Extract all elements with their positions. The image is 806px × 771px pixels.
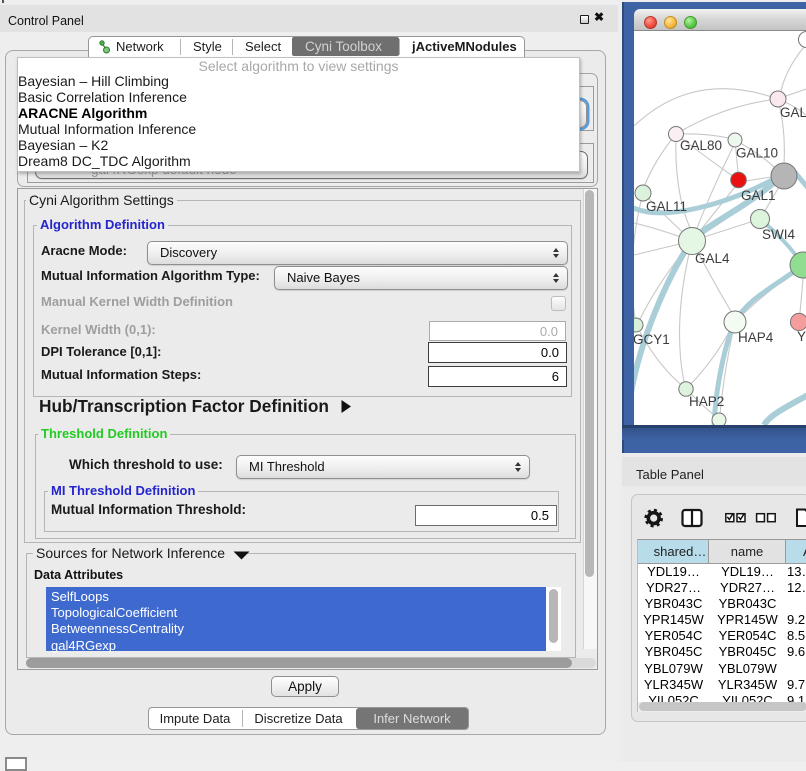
svg-text:GAL4: GAL4 <box>695 251 730 266</box>
svg-text:GAL80: GAL80 <box>680 138 722 153</box>
svg-text:SWI4: SWI4 <box>762 227 795 242</box>
svg-text:Y: Y <box>797 329 806 344</box>
svg-text:GAL7: GAL7 <box>780 105 806 120</box>
svg-text:GAL11: GAL11 <box>646 199 687 214</box>
svg-text:GAL1: GAL1 <box>741 188 776 203</box>
svg-text:HAP2: HAP2 <box>689 394 724 409</box>
svg-text:HAP4: HAP4 <box>738 330 774 345</box>
svg-text:GCY1: GCY1 <box>634 332 670 347</box>
svg-text:GAL10: GAL10 <box>736 146 778 161</box>
